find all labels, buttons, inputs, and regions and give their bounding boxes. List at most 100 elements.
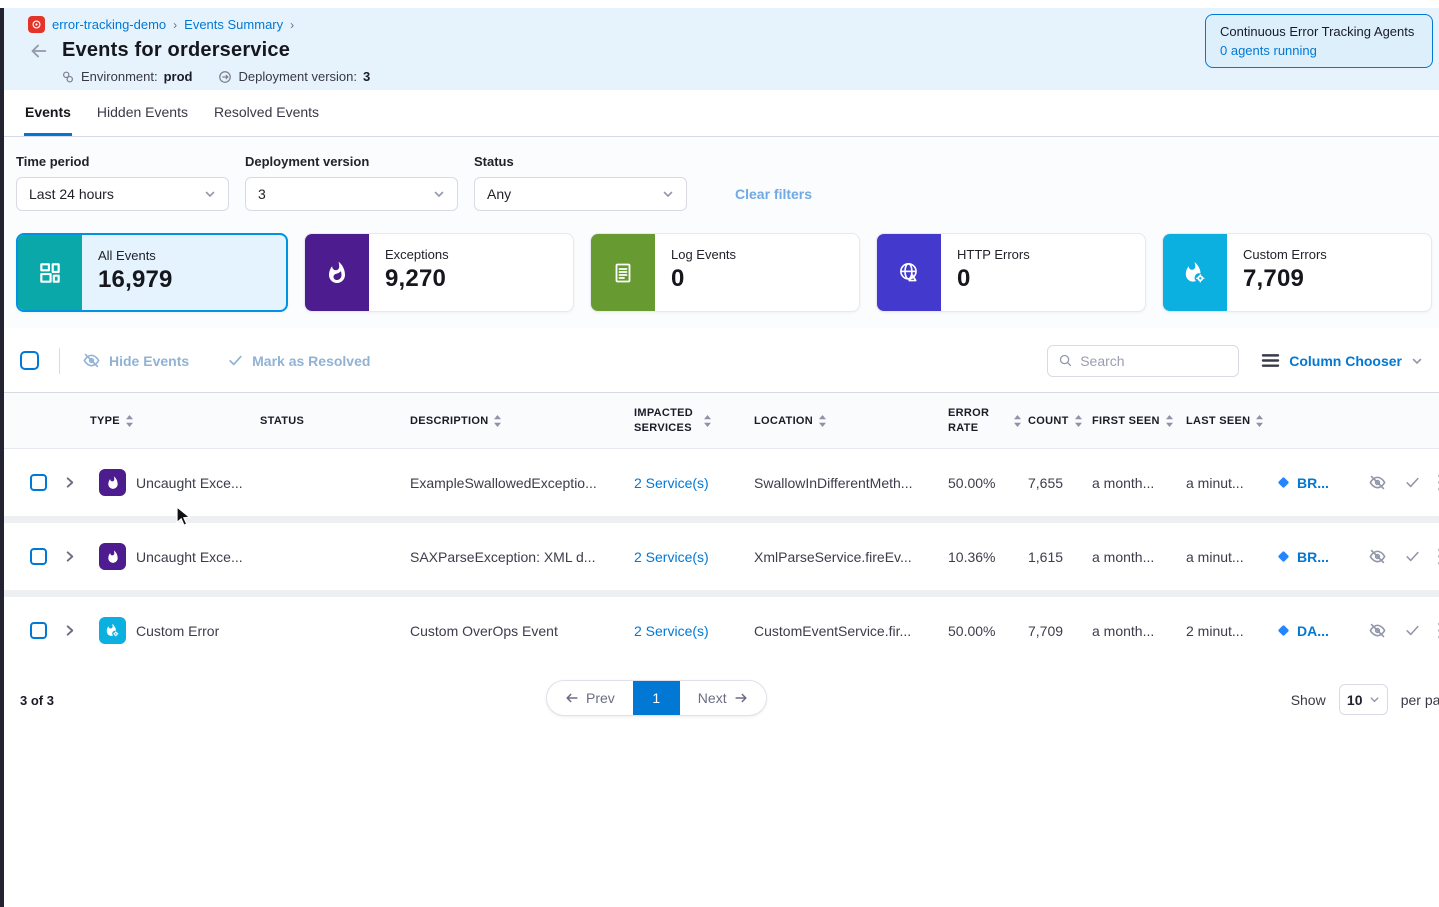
collapsed-sidebar-edge (0, 8, 4, 907)
card-all-events[interactable]: All Events 16,979 (16, 233, 288, 312)
column-header-location[interactable]: LOCATION (754, 414, 948, 428)
impacted-services-link[interactable]: 2 Service(s) (634, 475, 754, 491)
toolbar-divider (59, 348, 60, 374)
custom-errors-flame-gear-icon (1163, 234, 1227, 311)
column-header-impacted-services[interactable]: IMPACTED SERVICES (634, 406, 754, 436)
column-header-description[interactable]: DESCRIPTION (410, 414, 634, 428)
sort-icon (1165, 414, 1174, 428)
row-count-summary: 3 of 3 (20, 693, 54, 708)
clear-filters-button[interactable]: Clear filters (735, 186, 812, 202)
prev-page-button[interactable]: Prev (547, 681, 633, 715)
ticket-link[interactable]: BR... (1276, 475, 1364, 491)
deployment-version-label: Deployment version (245, 154, 458, 169)
card-value: 9,270 (385, 265, 449, 293)
card-label: All Events (98, 248, 173, 263)
sort-icon (1255, 414, 1264, 428)
tab-hidden-events[interactable]: Hidden Events (96, 90, 189, 136)
time-period-value: Last 24 hours (29, 186, 114, 202)
agents-running-link[interactable]: 0 agents running (1220, 43, 1418, 58)
mark-resolved-label: Mark as Resolved (252, 353, 370, 369)
row-checkbox[interactable] (30, 548, 47, 565)
column-header-first-seen[interactable]: FIRST SEEN (1092, 414, 1186, 428)
breadcrumb-separator: › (290, 18, 294, 32)
next-page-button[interactable]: Next (680, 681, 766, 715)
card-log-events[interactable]: Log Events 0 (590, 233, 860, 312)
chevron-down-icon (1369, 694, 1380, 705)
card-label: HTTP Errors (957, 247, 1030, 262)
select-all-checkbox[interactable] (20, 351, 39, 370)
back-arrow-icon[interactable] (28, 40, 50, 62)
hide-event-icon[interactable] (1368, 547, 1387, 566)
card-http-errors[interactable]: HTTP Errors 0 (876, 233, 1146, 312)
card-label: Exceptions (385, 247, 449, 262)
card-label: Log Events (671, 247, 736, 262)
event-type: Custom Error (136, 623, 219, 639)
row-expander-chevron-right-icon[interactable] (56, 624, 90, 637)
breadcrumb-page-link[interactable]: Events Summary (184, 17, 283, 32)
environment-value: prod (164, 69, 193, 84)
http-errors-globe-icon (877, 234, 941, 311)
pager: Prev 1 Next (546, 680, 767, 716)
tab-resolved-events[interactable]: Resolved Events (213, 90, 320, 136)
environment-meta: Environment: prod (61, 69, 192, 84)
page-number-button[interactable]: 1 (633, 681, 680, 715)
eye-slash-icon (82, 351, 101, 370)
page-title: Events for orderservice (62, 39, 290, 62)
sort-icon (818, 414, 827, 428)
column-header-status[interactable]: STATUS (260, 415, 410, 427)
column-chooser-button[interactable]: Column Chooser (1261, 353, 1423, 369)
hide-events-label: Hide Events (109, 353, 189, 369)
column-header-type[interactable]: TYPE (90, 414, 260, 428)
impacted-services-link[interactable]: 2 Service(s) (634, 623, 754, 639)
search-input[interactable] (1080, 353, 1220, 369)
hide-event-icon[interactable] (1368, 473, 1387, 492)
page-size-select[interactable]: 10 (1339, 684, 1388, 715)
per-page-label: per page (1401, 692, 1439, 708)
ticket-link[interactable]: BR... (1276, 549, 1364, 565)
all-events-grid-icon (18, 235, 82, 310)
breadcrumb-project-link[interactable]: error-tracking-demo (52, 17, 166, 32)
error-tracking-logo-icon (28, 16, 45, 33)
table-body: Uncaught Exce... ExampleSwallowedExcepti… (4, 449, 1439, 664)
row-expander-chevron-right-icon[interactable] (56, 476, 90, 489)
sort-icon (703, 414, 712, 428)
exceptions-flame-icon (305, 234, 369, 311)
ticket-link[interactable]: DA... (1276, 623, 1364, 639)
row-checkbox[interactable] (30, 622, 47, 639)
mark-resolved-button[interactable]: Mark as Resolved (227, 352, 370, 369)
breadcrumb-separator: › (173, 18, 177, 32)
card-exceptions[interactable]: Exceptions 9,270 (304, 233, 574, 312)
stat-cards: All Events 16,979 Exceptions 9,270 Log (16, 233, 1432, 312)
hide-event-icon[interactable] (1368, 621, 1387, 640)
deployment-meta: Deployment version: 3 (218, 69, 370, 84)
event-location: CustomEventService.fir... (754, 623, 948, 639)
agents-panel-title: Continuous Error Tracking Agents (1220, 24, 1418, 39)
status-value: Any (487, 186, 511, 202)
hide-events-button[interactable]: Hide Events (82, 351, 189, 370)
impacted-services-link[interactable]: 2 Service(s) (634, 549, 754, 565)
tab-events[interactable]: Events (24, 90, 72, 136)
search-box[interactable] (1047, 345, 1239, 377)
time-period-select[interactable]: Last 24 hours (16, 177, 229, 211)
column-header-last-seen[interactable]: LAST SEEN (1186, 414, 1276, 428)
row-checkbox[interactable] (30, 474, 47, 491)
sort-icon (493, 414, 502, 428)
status-select[interactable]: Any (474, 177, 687, 211)
header-meta: Environment: prod Deployment version: 3 (61, 69, 1423, 84)
environment-icon (61, 70, 75, 84)
column-header-error-rate[interactable]: ERROR RATE (948, 406, 1028, 436)
resolve-event-icon[interactable] (1404, 548, 1421, 565)
environment-label: Environment: (81, 69, 158, 84)
column-header-count[interactable]: COUNT (1028, 414, 1092, 428)
table-header-row: TYPE STATUS DESCRIPTION IMPACTED SERVICE… (4, 392, 1439, 449)
exception-flame-icon (99, 469, 126, 496)
sort-icon (1074, 414, 1083, 428)
event-location: XmlParseService.fireEv... (754, 549, 948, 565)
resolve-event-icon[interactable] (1404, 474, 1421, 491)
card-value: 7,709 (1243, 265, 1327, 293)
card-custom-errors[interactable]: Custom Errors 7,709 (1162, 233, 1432, 312)
event-description: SAXParseException: XML d... (410, 549, 634, 565)
row-expander-chevron-right-icon[interactable] (56, 550, 90, 563)
resolve-event-icon[interactable] (1404, 622, 1421, 639)
deployment-version-select[interactable]: 3 (245, 177, 458, 211)
